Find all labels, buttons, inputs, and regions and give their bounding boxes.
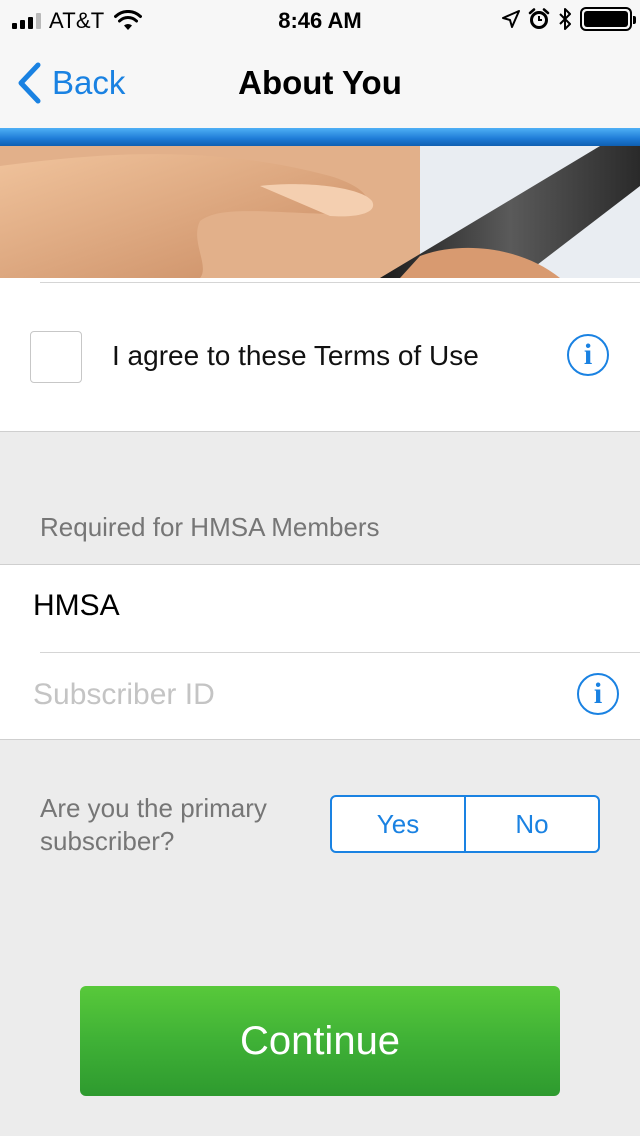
alarm-icon <box>528 8 550 29</box>
divider <box>40 282 640 283</box>
terms-checkbox[interactable] <box>30 331 82 383</box>
terms-info-icon[interactable]: i <box>567 334 609 376</box>
subscriber-id-input[interactable] <box>33 673 553 717</box>
no-segment[interactable]: No <box>464 797 598 851</box>
banner-image <box>0 146 640 278</box>
primary-subscriber-segmented-control: Yes No <box>330 795 600 853</box>
bluetooth-icon <box>559 8 571 30</box>
continue-button[interactable]: Continue <box>80 986 560 1096</box>
page-title: About You <box>238 64 402 101</box>
divider <box>40 652 640 653</box>
yes-segment[interactable]: Yes <box>332 797 464 851</box>
banner-stripe <box>0 128 640 146</box>
status-right <box>502 7 636 31</box>
plan-field[interactable]: HMSA <box>33 589 120 623</box>
subscriber-info-icon[interactable]: i <box>577 673 619 715</box>
hmsa-fields: HMSA i <box>0 564 640 740</box>
navigation-bar: Back About You <box>0 40 640 128</box>
hand-holding-phone-photo <box>0 146 640 278</box>
primary-subscriber-question: Are you the primary subscriber? <box>40 793 267 856</box>
section-header: Required for HMSA Members <box>40 512 380 542</box>
terms-label: I agree to these Terms of Use <box>112 340 479 371</box>
location-icon <box>502 10 520 28</box>
status-bar: AT&T 8:46 AM <box>0 0 640 40</box>
battery-icon <box>580 7 636 31</box>
terms-row: I agree to these Terms of Use i <box>0 278 640 432</box>
